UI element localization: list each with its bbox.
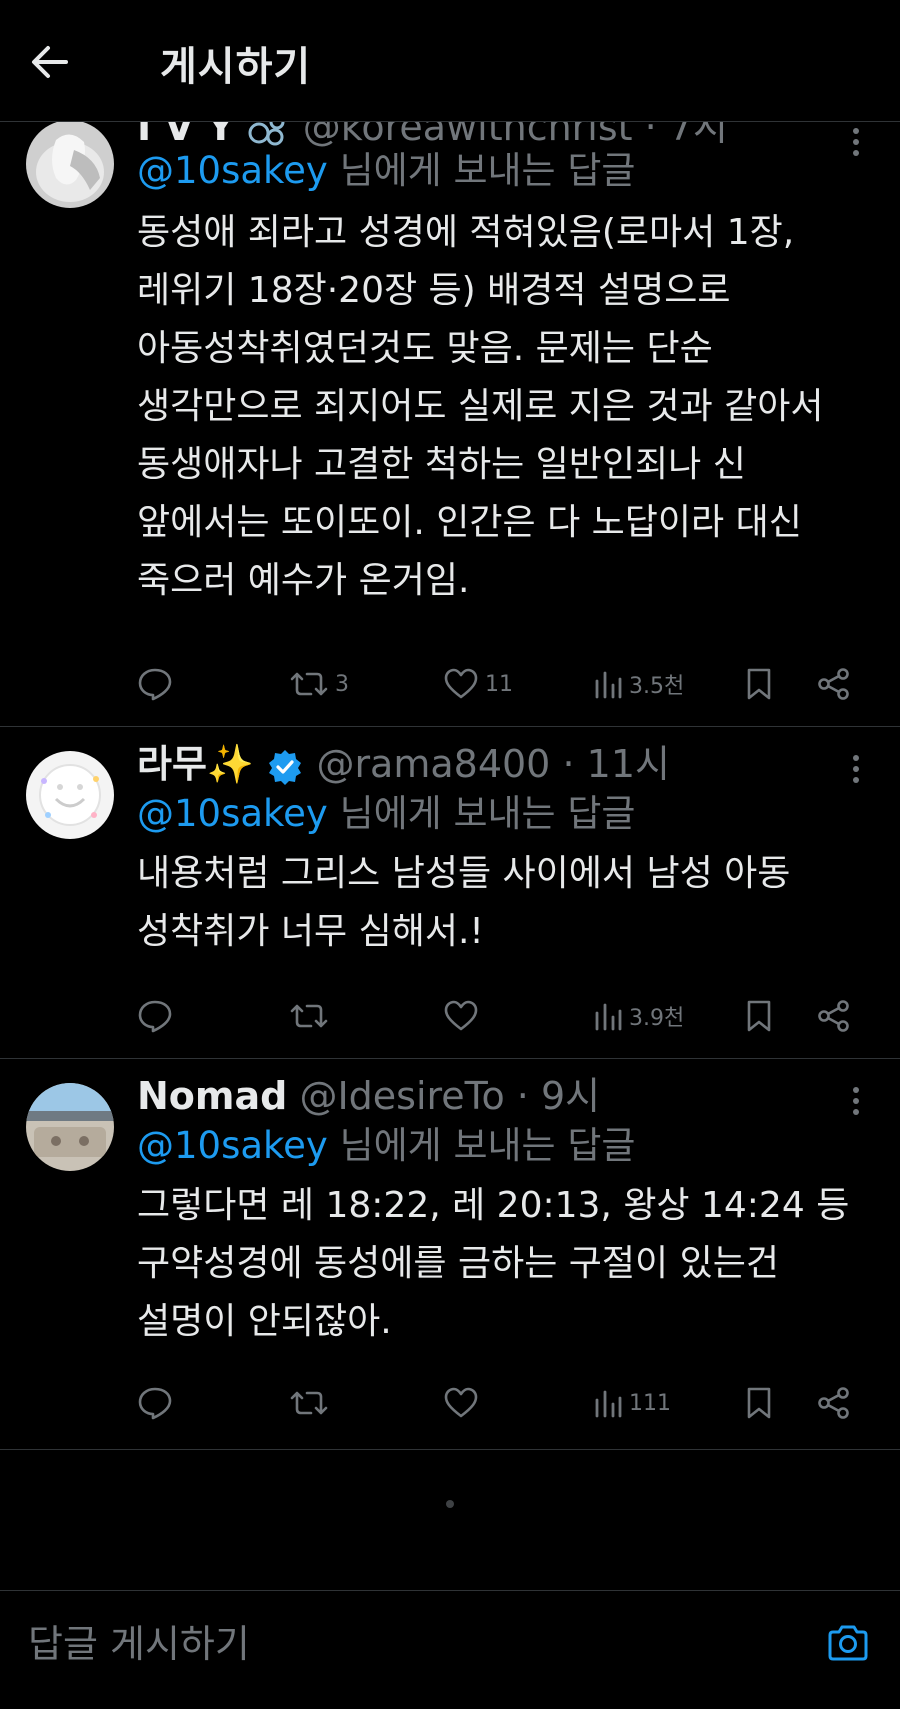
replying-to: @10sakey 님에게 보내는 답글 — [137, 148, 635, 194]
avatar[interactable] — [26, 751, 114, 839]
bookmark-icon — [747, 1387, 771, 1419]
retweet-icon — [290, 672, 328, 696]
bookmark-button[interactable] — [745, 662, 773, 706]
reply-icon — [138, 1000, 172, 1033]
avatar[interactable] — [26, 120, 114, 208]
reply-button[interactable] — [137, 994, 173, 1038]
like-button[interactable] — [443, 1381, 485, 1425]
mention-link[interactable]: @10sakey — [137, 149, 328, 192]
more-options-button[interactable] — [842, 1081, 870, 1121]
like-button[interactable]: 11 — [443, 662, 513, 706]
more-icon — [853, 755, 859, 783]
views-button[interactable]: 3.9천 — [593, 994, 684, 1038]
loading-indicator — [446, 1500, 454, 1508]
views-count: 111 — [629, 1390, 671, 1416]
tweet-text: 내용처럼 그리스 남성들 사이에서 남성 아동 성착취가 너무 심해서.! — [137, 853, 802, 952]
reply-button[interactable] — [137, 662, 173, 706]
retweet-count: 3 — [335, 671, 349, 697]
reply-tweet[interactable]: 라무✨ @rama8400 · 11시 @10sakey 님에게 보내는 답글 … — [0, 727, 900, 1059]
bookmark-button[interactable] — [745, 1381, 773, 1425]
user-handle[interactable]: @rama8400 — [316, 742, 550, 786]
reply-to-label: 님에게 보내는 답글 — [327, 792, 636, 835]
more-options-button[interactable] — [842, 749, 870, 789]
replying-to: @10sakey 님에게 보내는 답글 — [137, 1123, 635, 1169]
share-button[interactable] — [817, 662, 851, 706]
retweet-icon — [290, 1004, 328, 1028]
views-button[interactable]: 111 — [593, 1381, 671, 1425]
tweet-header: 라무✨ @rama8400 · 11시 — [137, 741, 670, 787]
reply-icon — [138, 668, 172, 701]
more-options-button[interactable] — [842, 122, 870, 162]
tweet-text: 그렇다면 레 18:22, 레 20:13, 왕상 14:24 등 구약성경에 … — [137, 1185, 861, 1342]
camera-button[interactable] — [822, 1617, 874, 1669]
bookmark-button[interactable] — [745, 994, 773, 1038]
reply-compose-bar — [0, 1590, 900, 1709]
views-icon — [595, 1003, 622, 1031]
tweet-header: Nomad @IdesireTo · 9시 — [137, 1073, 600, 1119]
tweet-text: 동성애 죄라고 성경에 적혀있음(로마서 1장, 레위기 18장·20장 등) … — [137, 212, 835, 601]
share-icon — [818, 1000, 849, 1032]
reply-to-label: 님에게 보내는 답글 — [327, 149, 636, 192]
separator-dot: · — [516, 1074, 529, 1118]
reply-to-label: 님에게 보내는 답글 — [327, 1124, 636, 1167]
display-name[interactable]: Nomad — [137, 1074, 287, 1118]
reply-input[interactable] — [26, 1613, 790, 1675]
page-title: 게시하기 — [160, 44, 312, 90]
views-button[interactable]: 3.5천 — [593, 662, 684, 706]
timestamp[interactable]: 11시 — [587, 742, 670, 786]
share-button[interactable] — [817, 1381, 851, 1425]
more-icon — [853, 128, 859, 156]
display-name[interactable]: 라무✨ — [137, 742, 254, 786]
avatar-image — [26, 120, 114, 208]
reply-feed: I V Y @koreawithchrist · 7시 @10sakey 님에게… — [0, 105, 900, 1450]
views-count: 3.9천 — [629, 1006, 685, 1031]
replying-to: @10sakey 님에게 보내는 답글 — [137, 791, 635, 837]
retweet-button[interactable] — [289, 994, 335, 1038]
back-arrow-icon — [32, 46, 68, 78]
views-icon — [595, 671, 622, 699]
separator-dot: · — [562, 742, 575, 786]
like-count: 11 — [485, 671, 513, 697]
share-button[interactable] — [817, 994, 851, 1038]
camera-icon — [828, 1625, 868, 1661]
top-app-bar: 게시하기 — [0, 0, 900, 122]
share-icon — [818, 1387, 849, 1419]
reply-button[interactable] — [137, 1381, 173, 1425]
like-icon — [444, 668, 478, 699]
action-bar: 111 — [137, 1381, 857, 1425]
action-bar: 3 11 3.5천 — [137, 662, 857, 706]
retweet-icon — [290, 1391, 328, 1415]
avatar[interactable] — [26, 1083, 114, 1171]
retweet-button[interactable]: 3 — [289, 662, 349, 706]
bookmark-icon — [747, 1000, 771, 1032]
like-icon — [444, 1000, 478, 1031]
retweet-button[interactable] — [289, 1381, 335, 1425]
reply-icon — [138, 1387, 172, 1420]
back-button[interactable] — [30, 38, 94, 86]
like-icon — [444, 1387, 478, 1418]
timestamp[interactable]: 9시 — [541, 1074, 600, 1118]
views-icon — [595, 1390, 622, 1418]
bookmark-icon — [747, 668, 771, 700]
mention-link[interactable]: @10sakey — [137, 1124, 328, 1167]
user-handle[interactable]: @IdesireTo — [299, 1074, 504, 1118]
reply-tweet[interactable]: I V Y @koreawithchrist · 7시 @10sakey 님에게… — [0, 105, 900, 727]
avatar-image — [26, 1083, 114, 1171]
like-button[interactable] — [443, 994, 485, 1038]
mention-link[interactable]: @10sakey — [137, 792, 328, 835]
views-count: 3.5천 — [629, 674, 685, 699]
verified-badge-icon — [269, 749, 302, 785]
avatar-image — [26, 751, 114, 839]
reply-tweet[interactable]: Nomad @IdesireTo · 9시 @10sakey 님에게 보내는 답… — [0, 1059, 900, 1450]
more-icon — [853, 1087, 859, 1115]
action-bar: 3.9천 — [137, 994, 857, 1038]
share-icon — [818, 668, 849, 700]
